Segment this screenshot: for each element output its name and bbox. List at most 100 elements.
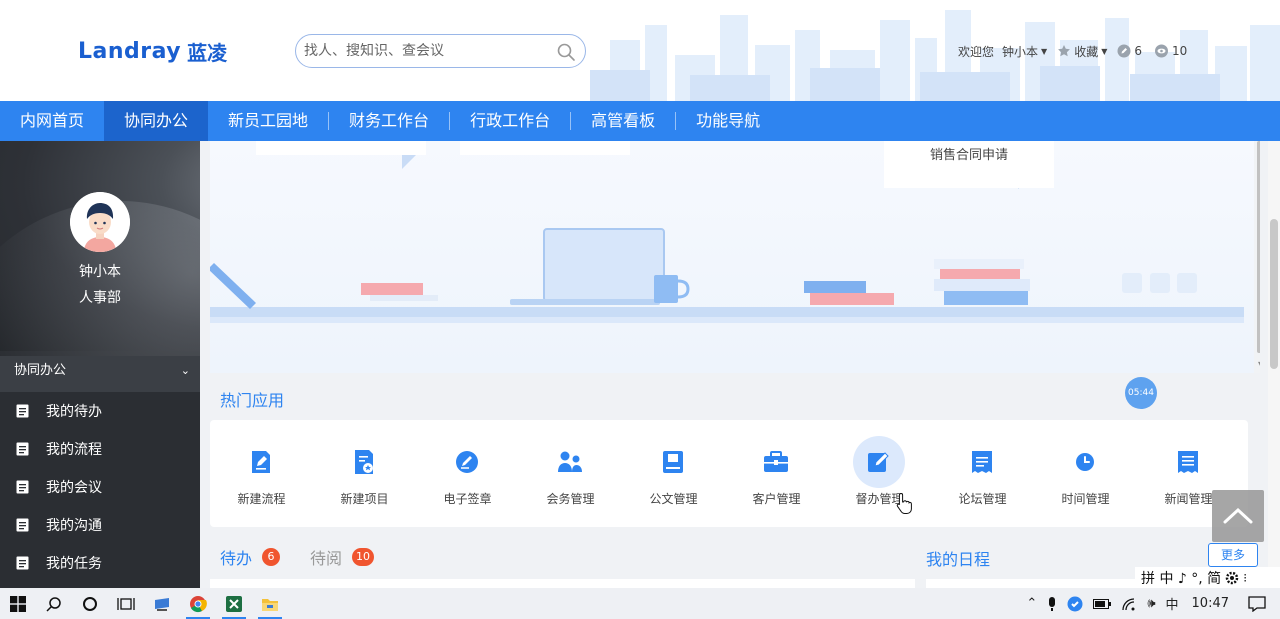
- sidebar-item-my-todo[interactable]: 我的待办: [0, 392, 200, 430]
- page-scrollbar-thumb[interactable]: [1270, 219, 1278, 369]
- people-icon: [556, 448, 584, 476]
- edit-doc-icon: [247, 448, 275, 476]
- nav-item-new-employee[interactable]: 新员工园地: [208, 101, 328, 141]
- view-count: 10: [1172, 44, 1188, 58]
- search-input[interactable]: [296, 43, 546, 59]
- forum-icon: [968, 448, 996, 476]
- hand-cursor-icon: [896, 492, 912, 514]
- banner-scrollbar-thumb[interactable]: [1257, 141, 1260, 353]
- task-view-button[interactable]: [108, 588, 144, 619]
- search-icon: [46, 596, 61, 612]
- edit-count: 6: [1134, 44, 1142, 58]
- taskbar-app-excel[interactable]: [216, 588, 252, 619]
- ime-toolbar[interactable]: 拼 中 ♪ °, 简 ⁝: [1135, 567, 1280, 588]
- taskbar-app-explorer[interactable]: [252, 588, 288, 619]
- app-new-process[interactable]: 新建流程: [210, 420, 313, 527]
- volume-icon[interactable]: 🕪: [1147, 596, 1155, 611]
- app-meeting-management[interactable]: 会务管理: [519, 420, 622, 527]
- signature-icon: [453, 448, 481, 476]
- caret-down-icon: ▼: [1101, 46, 1108, 56]
- nav-item-finance[interactable]: 财务工作台: [329, 101, 449, 141]
- app-label: 新建项目: [340, 492, 389, 506]
- microphone-icon[interactable]: [1047, 596, 1057, 612]
- nav-item-home[interactable]: 内网首页: [0, 101, 104, 141]
- office-desk-illustration: [210, 141, 1244, 323]
- banner-scrollbar[interactable]: ▼: [1254, 141, 1260, 373]
- favorites-menu[interactable]: 收藏 ▼: [1057, 43, 1113, 60]
- main-content: 销售合同申请 ▼ 热门应用 05:44 新建流程 新建项目 电子签章 会务管理 …: [200, 141, 1280, 588]
- hot-apps-panel: 新建流程 新建项目 电子签章 会务管理 公文管理 客户管理 督办管理 论坛管理 …: [210, 420, 1248, 527]
- nav-item-function-nav[interactable]: 功能导航: [676, 101, 780, 141]
- tray-expand-icon[interactable]: ⌃: [1026, 596, 1037, 611]
- app-label: 新建流程: [237, 492, 286, 506]
- app-document-management[interactable]: 公文管理: [622, 420, 725, 527]
- wifi-icon[interactable]: [1121, 597, 1137, 611]
- sidebar-item-label: 我的沟通: [46, 518, 102, 534]
- tab-toread[interactable]: 待阅 10: [310, 545, 375, 569]
- taskbar-app-chrome[interactable]: [180, 588, 216, 619]
- app-label: 论坛管理: [958, 492, 1007, 506]
- app-forum-management[interactable]: 论坛管理: [931, 420, 1034, 527]
- app-label: 时间管理: [1061, 492, 1110, 506]
- search-box: [295, 34, 586, 68]
- timer-badge[interactable]: 05:44: [1125, 377, 1157, 409]
- eye-icon: [1155, 44, 1168, 58]
- tab-todo[interactable]: 待办 6: [220, 545, 281, 569]
- nav-item-executive[interactable]: 高管看板: [571, 101, 675, 141]
- windows-start-button[interactable]: [0, 588, 36, 619]
- app-label: 公文管理: [649, 492, 698, 506]
- nav-item-collaboration[interactable]: 协同办公: [104, 101, 209, 141]
- app-supervision-management[interactable]: 督办管理: [828, 420, 931, 527]
- sidebar-user-department: 人事部: [79, 290, 121, 306]
- sidebar-item-label: 我的待办: [46, 404, 102, 420]
- edit-count-button[interactable]: 6: [1117, 44, 1142, 58]
- search-icon[interactable]: [556, 42, 576, 62]
- ime-mode-indicator[interactable]: 中: [1166, 594, 1179, 613]
- user-menu[interactable]: 钟小本 ▼: [1002, 43, 1053, 60]
- more-button[interactable]: 更多: [1208, 543, 1258, 567]
- sidebar-menu: 我的待办 我的流程 我的会议 我的沟通 我的任务: [0, 392, 200, 582]
- excel-icon: [226, 595, 242, 612]
- user-toolbar: 欢迎您 钟小本 ▼ 收藏 ▼ 6 10: [958, 42, 1187, 60]
- project-doc-icon: [350, 448, 378, 476]
- battery-icon[interactable]: [1093, 598, 1112, 609]
- shield-app-icon[interactable]: [1067, 596, 1083, 612]
- back-to-top-button[interactable]: [1212, 490, 1264, 542]
- sidebar-item-my-tasks[interactable]: 我的任务: [0, 544, 200, 582]
- sidebar-item-my-process[interactable]: 我的流程: [0, 430, 200, 468]
- task-view-icon: [117, 597, 135, 610]
- clock-time[interactable]: 10:47: [1192, 596, 1229, 611]
- page-scrollbar[interactable]: [1268, 141, 1280, 588]
- scroll-down-arrow-icon[interactable]: ▼: [1258, 360, 1260, 369]
- nav-item-admin[interactable]: 行政工作台: [450, 101, 570, 141]
- app-e-signature[interactable]: 电子签章: [416, 420, 519, 527]
- app-new-project[interactable]: 新建项目: [313, 420, 416, 527]
- ime-more-icon[interactable]: ⁝: [1243, 571, 1247, 585]
- welcome-text: 欢迎您: [958, 44, 995, 59]
- cortana-button[interactable]: [72, 588, 108, 619]
- taskbar-search-button[interactable]: [36, 588, 72, 619]
- tab-todo-label: 待办: [220, 549, 253, 568]
- view-count-button[interactable]: 10: [1154, 44, 1187, 58]
- folder-icon: [262, 598, 278, 611]
- notification-icon[interactable]: [1248, 595, 1266, 612]
- app-label: 电子签章: [443, 492, 492, 506]
- sidebar-item-my-meetings[interactable]: 我的会议: [0, 468, 200, 506]
- sidebar-item-my-communication[interactable]: 我的沟通: [0, 506, 200, 544]
- taskbar-app-network[interactable]: [144, 588, 180, 619]
- chevron-down-icon: ⌄: [180, 364, 190, 377]
- app-customer-management[interactable]: 客户管理: [725, 420, 828, 527]
- book-icon: [659, 448, 687, 476]
- avatar[interactable]: [70, 192, 130, 252]
- sidebar-item-label: 我的流程: [46, 442, 102, 458]
- settings-gear-icon[interactable]: [1225, 571, 1239, 585]
- banner-note-text: 销售合同申请: [929, 148, 1008, 163]
- sidebar-section-header[interactable]: 协同办公 ⌄: [0, 356, 200, 392]
- app-label: 客户管理: [752, 492, 801, 506]
- network-app-icon: [155, 597, 169, 611]
- landray-logo[interactable]: Landray 蓝凌: [78, 36, 227, 66]
- office-banner[interactable]: 销售合同申请 ▼: [210, 141, 1260, 373]
- banner-note-card: 销售合同申请: [884, 141, 1054, 188]
- app-label: 会务管理: [546, 492, 595, 506]
- app-time-management[interactable]: 时间管理: [1034, 420, 1137, 527]
